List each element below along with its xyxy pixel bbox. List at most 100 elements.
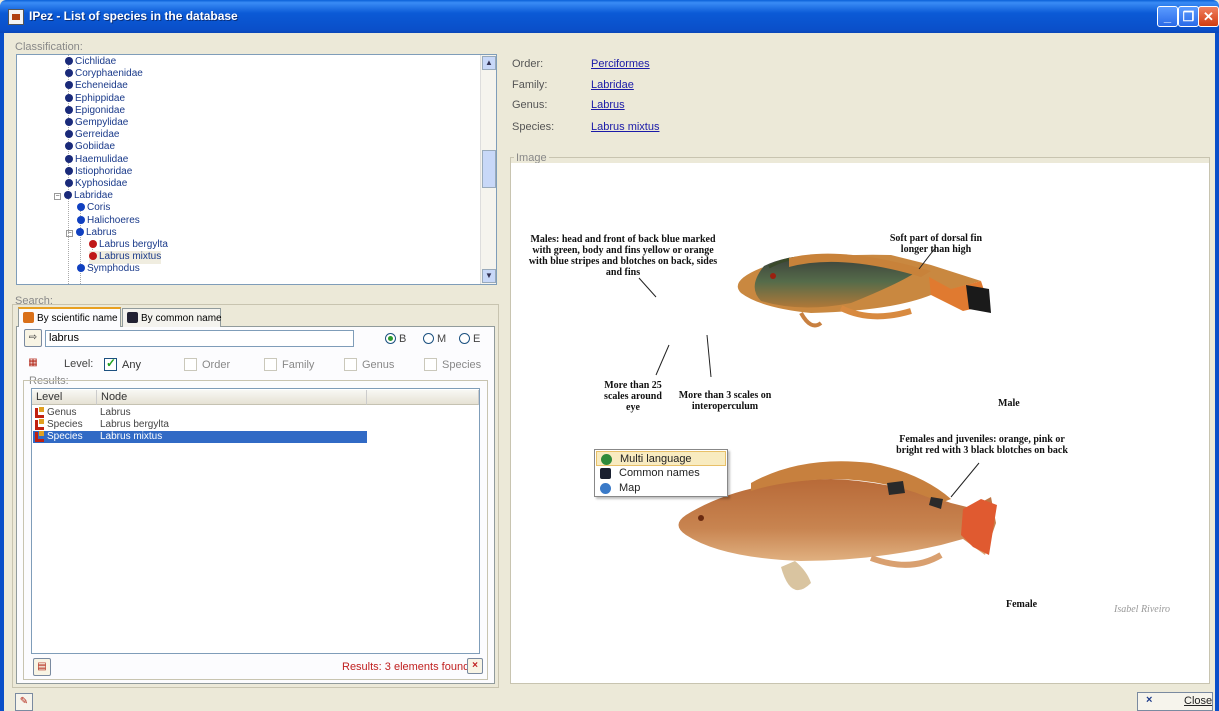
export-results-button[interactable]: ▤ (33, 658, 51, 676)
genus-result-icon (35, 407, 44, 418)
window-frame-right (1215, 33, 1219, 711)
genus-node-icon (77, 203, 85, 212)
result-row[interactable]: Species Labrus bergylta (33, 419, 367, 431)
tree-node-label: Coryphaenidae (75, 68, 143, 80)
tree-node-family[interactable]: Gempylidae (65, 117, 128, 130)
collapse-toggle-icon[interactable]: − (54, 193, 61, 201)
level-checkbox-genus[interactable]: Genus (344, 358, 394, 371)
search-input[interactable]: labrus (45, 330, 354, 347)
tree-node-genus[interactable]: Symphodus (77, 263, 140, 276)
mode-radio-e[interactable]: E (459, 333, 480, 345)
collapse-toggle-icon[interactable]: − (66, 229, 73, 237)
result-node: Labrus bergylta (100, 419, 169, 430)
radio-circle (385, 333, 396, 344)
family-link[interactable]: Labridae (591, 79, 634, 91)
tree-node-family[interactable]: Istiophoridae (65, 166, 132, 179)
scroll-up-arrow[interactable]: ▲ (482, 56, 496, 70)
menu-item-label: Common names (619, 467, 700, 479)
fish-icon (23, 312, 34, 323)
checkbox-label: Genus (362, 359, 395, 371)
context-menu[interactable]: Multi language Common names Map (594, 449, 728, 497)
tree-scrollbar[interactable]: ▲ ▼ (480, 55, 496, 284)
image-credit: Isabel Riveiro (1114, 604, 1171, 615)
tree-node-genus[interactable]: Halichoeres (77, 215, 140, 228)
app-icon (8, 9, 24, 25)
radio-circle (423, 333, 434, 344)
tree-node-family[interactable]: Coryphaenidae (65, 68, 143, 81)
level-checkbox-order[interactable]: Order (184, 358, 230, 371)
scroll-thumb[interactable] (482, 150, 496, 188)
tree-node-family[interactable]: Gerreidae (65, 129, 119, 142)
scroll-down-arrow[interactable]: ▼ (482, 269, 496, 283)
column-header-node[interactable]: Node (97, 390, 367, 405)
family-label: Family: (512, 79, 548, 91)
mode-radio-m[interactable]: M (423, 333, 446, 345)
maximize-button[interactable]: ❐ (1178, 6, 1199, 27)
column-header-filler (367, 390, 479, 405)
family-node-icon (65, 166, 73, 175)
menu-item-map[interactable]: Map (596, 481, 726, 496)
pointer-line (638, 277, 657, 298)
family-node-icon (65, 57, 73, 65)
checkbox-box (104, 356, 117, 371)
mode-radio-b[interactable]: B (385, 333, 406, 345)
tree-node-family[interactable]: Epigonidae (65, 105, 125, 118)
checkbox-label: Any (122, 359, 141, 371)
level-checkbox-family[interactable]: Family (264, 358, 314, 371)
level-checkbox-any[interactable]: Any (104, 356, 141, 371)
tree-node-label: Gerreidae (75, 129, 120, 141)
minimize-button[interactable]: _ (1157, 6, 1178, 27)
family-node-icon (65, 69, 73, 78)
close-label: Close (1184, 695, 1213, 707)
tree-node-label: Haemulidae (75, 153, 129, 165)
close-window-button[interactable]: ✕ (1198, 6, 1219, 27)
title-bar[interactable]: IPez - List of species in the database _… (0, 0, 1219, 33)
tree-node-family[interactable]: Haemulidae (65, 154, 128, 167)
tree-node-family[interactable]: Ephippidae (65, 93, 125, 106)
level-checkbox-species[interactable]: Species (424, 358, 481, 371)
menu-item-common-names[interactable]: Common names (596, 466, 726, 481)
tree-node-label: Halichoeres (87, 214, 140, 226)
tree-node-family[interactable]: Cichlidae (65, 56, 116, 69)
result-level: Species (47, 431, 83, 442)
menu-item-multi-language[interactable]: Multi language (596, 451, 726, 466)
radio-circle (459, 333, 470, 344)
checkbox-box (264, 358, 277, 371)
clear-filter-icon[interactable]: ▦ (24, 355, 42, 373)
fish-dark-icon (127, 312, 138, 323)
tree-node-family[interactable]: Gobiidae (65, 141, 115, 154)
tree-node-family[interactable]: Echeneidae (65, 80, 128, 93)
result-level: Genus (47, 407, 77, 418)
species-result-icon (35, 419, 44, 430)
search-button[interactable]: ⇨ (24, 329, 42, 347)
tree-node-family[interactable]: Kyphosidae (65, 178, 127, 191)
result-row-selected[interactable]: Species Labrus mixtus (33, 431, 367, 443)
tab-scientific-name[interactable]: By scientific name (18, 307, 121, 327)
checkbox-label: Order (202, 359, 231, 371)
family-node-icon (65, 81, 73, 90)
order-link[interactable]: Perciformes (591, 58, 650, 70)
genus-link[interactable]: Labrus (591, 99, 625, 111)
tree-node-species[interactable]: Labrus bergylta (89, 239, 168, 252)
result-row[interactable]: Genus Labrus (33, 407, 367, 419)
family-node-icon (65, 118, 73, 126)
tools-button[interactable]: ✎ (15, 693, 33, 711)
clear-results-button[interactable]: × (467, 658, 483, 674)
tree-node-family[interactable]: − Labridae (54, 190, 113, 203)
tree-node-genus[interactable]: Coris (77, 202, 110, 215)
tree-node-species[interactable]: Labrus mixtus (89, 251, 162, 265)
tree-node-genus[interactable]: − Labrus (66, 227, 117, 240)
family-node-icon (65, 142, 73, 151)
column-header-level[interactable]: Level (32, 390, 97, 405)
family-node-icon (65, 93, 73, 102)
tree-node-label: Istiophoridae (75, 165, 133, 177)
fish-dark-icon (600, 468, 611, 479)
tree-node-label: Ephippidae (75, 92, 126, 104)
close-button[interactable]: × Close (1137, 692, 1213, 711)
species-link[interactable]: Labrus mixtus (591, 121, 659, 133)
tree-node-label: Cichlidae (75, 56, 117, 67)
tab-common-name[interactable]: By common name (122, 308, 222, 327)
checkbox-box (184, 358, 197, 371)
radio-label: E (473, 333, 481, 345)
classification-tree[interactable]: Cichlidae Coryphaenidae Echeneidae Ephippid… (16, 54, 497, 285)
